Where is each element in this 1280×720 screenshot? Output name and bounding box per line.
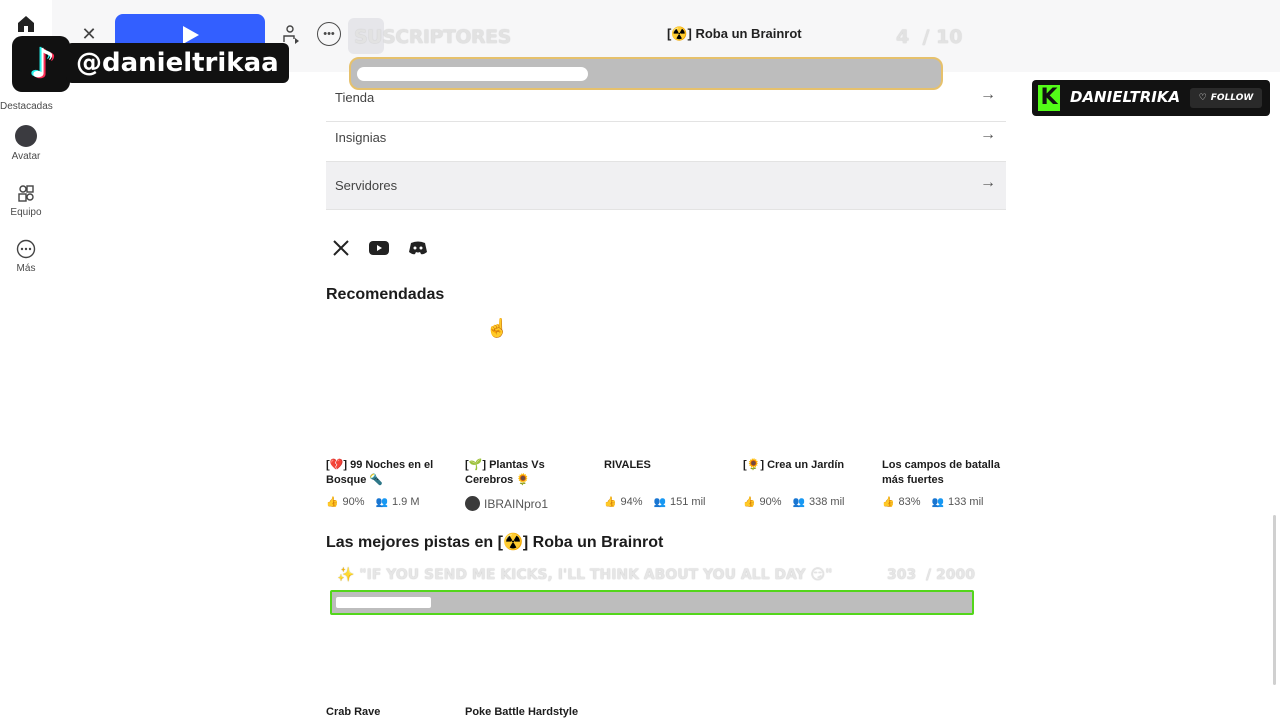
card-rating: 90%	[342, 496, 365, 508]
more-icon	[16, 239, 36, 259]
sidebar-item-label: Avatar	[11, 151, 41, 162]
card-rating: 83%	[898, 496, 921, 508]
arrow-right-icon: →	[980, 86, 996, 103]
sidebar-item-label: Más	[16, 263, 36, 274]
subscribers-goal: / 10	[922, 26, 963, 48]
sidebar-item-avatar[interactable]: Avatar	[0, 125, 52, 162]
game-title: [☢️] Roba un Brainrot	[667, 26, 802, 41]
card-players: 151 mil	[670, 496, 706, 508]
scrollbar-thumb[interactable]	[1273, 515, 1276, 685]
arrow-right-icon: →	[980, 126, 996, 143]
menu-label: Tienda	[335, 90, 375, 105]
card-creator: IBRAINpro1	[484, 496, 549, 511]
sidebar-item-destacadas[interactable]	[0, 14, 52, 34]
thumbs-up-icon: 👍	[326, 496, 339, 508]
subscribers-current: 4	[896, 26, 910, 48]
menu-row-insignias[interactable]: Insignias →	[326, 114, 1006, 162]
players-icon: 👥	[792, 496, 805, 508]
game-card[interactable]: [🌱] Plantas Vs Cerebros 🌻 IBRAINpro1	[465, 458, 591, 511]
card-title: [🌱] Plantas Vs Cerebros 🌻	[465, 459, 545, 486]
players-icon: 👥	[375, 496, 388, 508]
card-players: 338 mil	[809, 496, 845, 508]
youtube-icon[interactable]	[369, 238, 389, 258]
kicks-goal-progress-fill	[336, 597, 431, 608]
kicks-goal-progress-bar	[330, 590, 974, 615]
kicks-goal-total: / 2000	[925, 567, 975, 583]
kick-logo-icon: K	[1038, 85, 1060, 111]
subscribers-label: SUSCRIPTORES	[354, 26, 511, 48]
game-card[interactable]: Los campos de batalla más fuertes 👍 83% 👥…	[882, 458, 1008, 508]
subscribers-count: 4 / 10	[896, 26, 962, 48]
sidebar-item-equipo[interactable]: Equipo	[0, 183, 52, 218]
kick-channel-name: DANIELTRIKA	[1070, 88, 1181, 106]
discord-icon[interactable]	[408, 238, 428, 258]
tiktok-handle: @danieltrikaa	[66, 43, 289, 83]
tiktok-icon: ♪	[30, 41, 56, 87]
kicks-goal-current: 303	[887, 567, 917, 583]
menu-label: Servidores	[335, 178, 398, 193]
kick-follow-label: FOLLOW	[1210, 93, 1254, 103]
close-icon[interactable]: ✕	[80, 25, 98, 43]
home-icon	[18, 16, 34, 32]
card-players: 133 mil	[948, 496, 984, 508]
x-icon[interactable]	[331, 238, 351, 258]
creator-avatar	[465, 496, 480, 511]
avatar-icon	[15, 125, 37, 147]
team-icon	[18, 185, 34, 202]
card-title: RIVALES	[604, 459, 651, 471]
card-title: Los campos de batalla más fuertes	[882, 459, 1000, 486]
kicks-goal-text: ✨ "IF YOU SEND ME KICKS, I'LL THINK ABOU…	[337, 567, 833, 583]
sidebar-item-mas[interactable]: Más	[0, 239, 52, 274]
card-title: [💔] 99 Noches en el Bosque 🔦	[326, 459, 434, 486]
sidebar-item-label: Destacadas	[0, 101, 53, 112]
players-icon: 👥	[653, 496, 666, 508]
game-card[interactable]: RIVALES 👍 94% 👥 151 mil	[604, 458, 730, 508]
menu-row-servidores[interactable]: Servidores →	[326, 162, 1006, 210]
hand-cursor-icon: ☝	[486, 318, 509, 338]
tiktok-logo: ♪	[12, 36, 70, 92]
track-item[interactable]: Poke Battle Hardstyle	[465, 706, 578, 718]
card-players: 1.9 M	[392, 496, 420, 508]
thumbs-up-icon: 👍	[882, 496, 895, 508]
kick-follow-button[interactable]: ♡ FOLLOW	[1190, 88, 1262, 108]
more-options-icon[interactable]: •••	[317, 22, 341, 46]
arrow-right-icon: →	[980, 174, 996, 191]
thumbs-up-icon: 👍	[743, 496, 756, 508]
card-rating: 90%	[759, 496, 782, 508]
game-card[interactable]: [🌻] Crea un Jardín 👍 90% 👥 338 mil	[743, 458, 869, 508]
card-rating: 94%	[620, 496, 643, 508]
game-card[interactable]: [💔] 99 Noches en el Bosque 🔦 👍 90% 👥 1.9 M	[326, 458, 452, 508]
track-item[interactable]: Crab Rave	[326, 706, 380, 718]
recommended-title: Recomendadas	[326, 286, 445, 303]
players-icon: 👥	[931, 496, 944, 508]
sidebar-item-label: Equipo	[10, 207, 42, 218]
tracks-title: Las mejores pistas en [☢️] Roba un Brain…	[326, 534, 664, 551]
menu-label: Insignias	[335, 130, 387, 145]
left-sidebar: Destacadas Avatar Equipo Más	[0, 0, 53, 720]
card-title: [🌻] Crea un Jardín	[743, 459, 845, 471]
thumbs-up-icon: 👍	[604, 496, 617, 508]
play-icon	[183, 26, 199, 44]
kick-badge: K DANIELTRIKA ♡ FOLLOW	[1032, 80, 1270, 116]
heart-icon: ♡	[1198, 93, 1207, 103]
kicks-goal-count: 303 / 2000	[887, 567, 975, 583]
